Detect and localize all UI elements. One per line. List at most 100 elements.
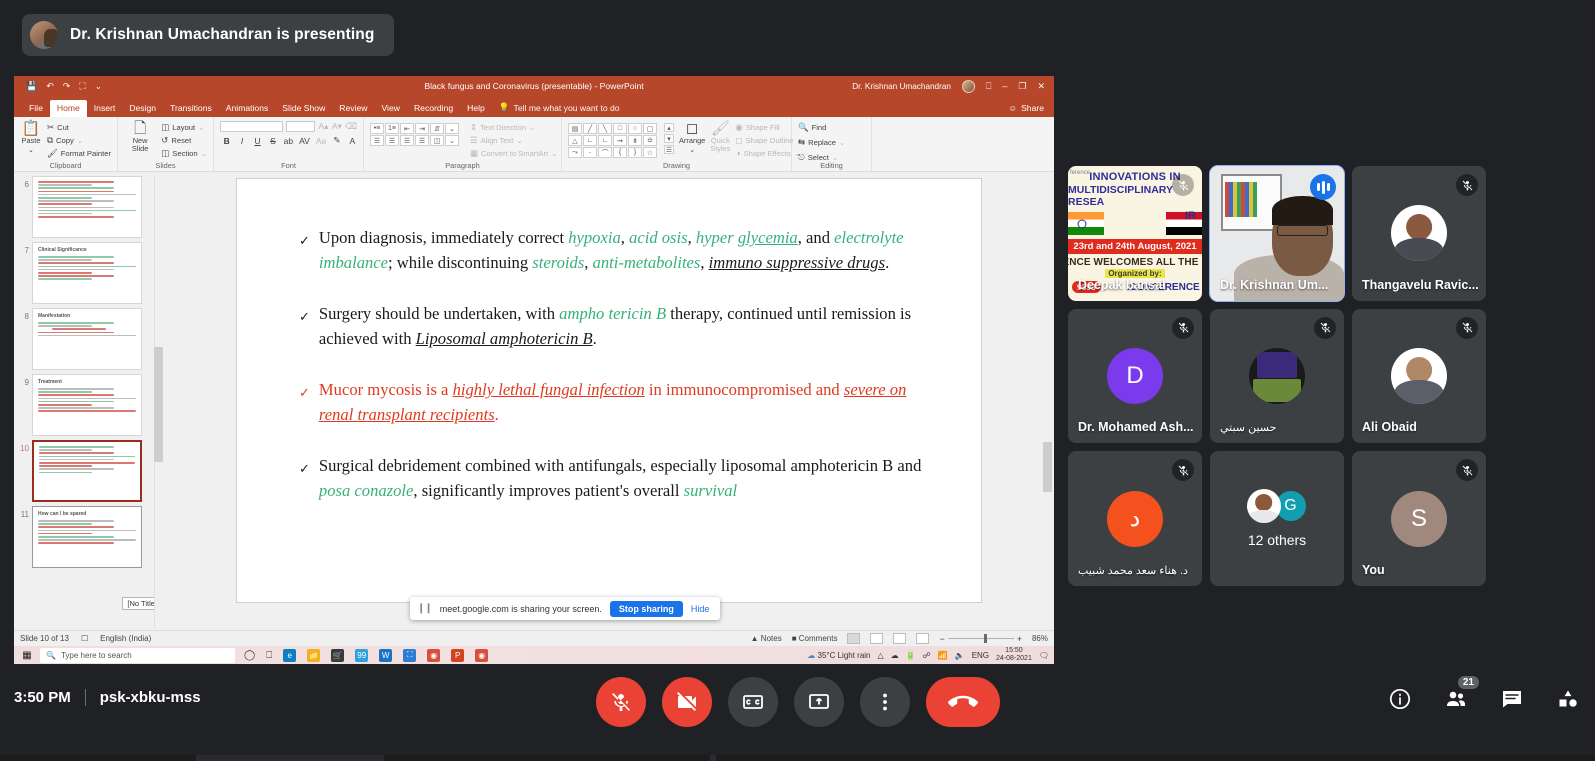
account-name[interactable]: Dr. Krishnan Umachandran xyxy=(852,82,951,91)
zoom-app-icon[interactable]: ⛶ xyxy=(403,648,417,662)
notes-button[interactable]: ▲ Notes xyxy=(751,634,782,643)
slide-thumbnail-10-selected[interactable] xyxy=(32,440,142,502)
edge-icon[interactable]: e xyxy=(283,648,297,662)
right-brace-shape[interactable]: } xyxy=(628,147,642,158)
undo-icon[interactable]: ↶ xyxy=(46,81,54,92)
participant-tile-thangavelu-ravic[interactable]: Thangavelu Ravic... xyxy=(1352,166,1486,301)
copy-button[interactable]: ⧉ Copy ⌄ xyxy=(47,135,111,146)
tab-design[interactable]: Design xyxy=(122,100,163,117)
tab-help[interactable]: Help xyxy=(460,100,492,117)
section-button[interactable]: ◫ Section ⌄ xyxy=(161,148,207,159)
slide-canvas-area[interactable]: ✓ Upon diagnosis, immediately correct hy… xyxy=(164,172,1054,630)
increase-font-size-icon[interactable]: A▴ xyxy=(318,121,328,132)
change-case-button[interactable]: Aa xyxy=(316,136,326,146)
thumbnail-row[interactable]: 9 Treatment xyxy=(14,372,164,438)
input-language[interactable]: ENG xyxy=(972,651,989,660)
strikethrough-button[interactable]: S xyxy=(268,136,277,146)
minimize-button[interactable]: – xyxy=(1002,81,1007,91)
convert-smartart-button[interactable]: ▦ Convert to SmartArt ⌄ xyxy=(470,148,558,159)
tab-recording[interactable]: Recording xyxy=(407,100,460,117)
format-painter-button[interactable]: 🖌 Format Painter xyxy=(47,148,111,159)
captions-button[interactable] xyxy=(727,677,778,727)
justify-button[interactable]: ☰ xyxy=(415,135,429,146)
thumbnail-row[interactable]: 8 Manifestation xyxy=(14,306,164,372)
meet-call-controls[interactable] xyxy=(595,677,1000,727)
tab-home[interactable]: Home xyxy=(49,100,87,117)
curve-shape[interactable]: ⋅ xyxy=(583,147,597,158)
find-button[interactable]: 🔍 Find xyxy=(798,122,845,133)
slide-thumbnail-8[interactable]: Manifestation xyxy=(32,308,142,370)
replace-button[interactable]: ⇆ Replace ⌄ xyxy=(798,137,845,148)
microsoft-store-icon[interactable]: 🛒 xyxy=(331,648,345,662)
present-now-button[interactable] xyxy=(793,677,844,727)
tab-slide-show[interactable]: Slide Show xyxy=(275,100,332,117)
shapes-more[interactable]: ☰ xyxy=(664,145,674,154)
notification-center-icon[interactable]: 🗨 xyxy=(1039,651,1049,660)
right-arrow-shape[interactable]: ⇝ xyxy=(613,135,627,146)
italic-button[interactable]: I xyxy=(237,136,246,146)
slide-scrollbar-track[interactable] xyxy=(1043,172,1052,630)
chat-button[interactable] xyxy=(1499,686,1525,712)
taskbar-clock[interactable]: 15:50 24-08-2021 xyxy=(996,647,1032,663)
text-direction-button[interactable]: ⇕ Text Direction ⌄ xyxy=(470,122,558,133)
rectangle-shape[interactable]: □ xyxy=(613,123,627,134)
participant-tile-deepak-bansal[interactable]: ference INNOVATIONS IN MULTIDISCIPLINARY… xyxy=(1068,166,1202,301)
align-left-button[interactable]: ☰ xyxy=(370,135,384,146)
thumbnail-row[interactable]: 6 xyxy=(14,174,164,240)
app-99-icon[interactable]: 99 xyxy=(355,648,369,662)
decrease-indent-button[interactable]: ⇤ xyxy=(400,123,414,134)
thumbnail-scrollbar-thumb[interactable] xyxy=(154,347,163,462)
tell-me-search[interactable]: 💡 Tell me what you want to do xyxy=(492,99,627,117)
font-size-input[interactable] xyxy=(285,121,316,132)
restore-button[interactable]: ❐ xyxy=(1018,81,1026,92)
accessibility-icon[interactable]: ☐ xyxy=(81,634,88,643)
slide-thumbnail-9[interactable]: Treatment xyxy=(32,374,142,436)
thumbnail-row[interactable]: 10 xyxy=(14,438,164,504)
microphone-off-button[interactable] xyxy=(595,677,646,727)
participant-tile-others[interactable]: G 12 others xyxy=(1210,451,1344,586)
freeform-shape[interactable]: ⤳ xyxy=(568,147,582,158)
redo-icon[interactable]: ↷ xyxy=(63,81,71,92)
zoom-out-button[interactable]: − xyxy=(939,634,944,644)
connector-shape[interactable]: ∟ xyxy=(583,135,597,146)
paste-dropdown-icon[interactable]: ⌄ xyxy=(28,146,34,154)
save-icon[interactable]: 💾 xyxy=(26,81,37,92)
start-slideshow-icon[interactable]: ⛶ xyxy=(79,81,85,92)
chrome-2-icon[interactable]: ◉ xyxy=(475,648,489,662)
tab-insert[interactable]: Insert xyxy=(87,100,123,117)
left-brace-shape[interactable]: { xyxy=(613,147,627,158)
windows-taskbar[interactable]: ▦ 🔍 Type here to search ◯ ⎕ e 📁 🛒 99 W ⛶… xyxy=(14,646,1054,664)
activities-button[interactable] xyxy=(1555,686,1581,712)
bluetooth-icon[interactable]: ☍ xyxy=(923,651,931,660)
quick-access-toolbar[interactable]: 💾 ↶ ↷ ⛶ ⌄ xyxy=(14,81,102,92)
zoom-level[interactable]: 86% xyxy=(1032,634,1048,643)
zoom-slider-knob[interactable] xyxy=(983,634,987,643)
tab-view[interactable]: View xyxy=(374,100,406,117)
customize-qat-icon[interactable]: ⌄ xyxy=(95,81,103,92)
participant-tile-ali-obaid[interactable]: Ali Obaid xyxy=(1352,308,1486,444)
participant-tile-mohamed-ash[interactable]: D Dr. Mohamed Ash... xyxy=(1068,308,1202,444)
participant-tile-hanaa-saad[interactable]: د د. هناء سعد محمد شبيب xyxy=(1068,451,1202,586)
powerpoint-ribbon[interactable]: 📋 Paste ⌄ ✂ Cut ⧉ Copy ⌄ 🖌 Format Painter Cl… xyxy=(14,117,1054,172)
decrease-font-size-icon[interactable]: A▾ xyxy=(332,121,342,132)
tab-animations[interactable]: Animations xyxy=(219,100,276,117)
star-shape[interactable]: ☆ xyxy=(643,147,657,158)
slide-indicator[interactable]: Slide 10 of 13 xyxy=(20,634,69,643)
windows-start-button[interactable]: ▦ xyxy=(14,650,40,661)
current-slide[interactable]: ✓ Upon diagnosis, immediately correct hy… xyxy=(236,178,982,603)
meet-right-controls[interactable]: 21 xyxy=(1387,676,1581,712)
slide-sorter-view-button[interactable] xyxy=(870,633,884,644)
thumbnail-row[interactable]: 7 Clinical Significance xyxy=(14,240,164,306)
line-spacing-button[interactable]: ⇵ xyxy=(430,123,444,134)
stop-sharing-button[interactable]: Stop sharing xyxy=(609,600,683,617)
wifi-icon[interactable]: 📶 xyxy=(938,651,948,660)
increase-indent-button[interactable]: ⇥ xyxy=(415,123,429,134)
oval-shape[interactable]: ○ xyxy=(628,123,642,134)
triangle-shape[interactable]: △ xyxy=(568,135,582,146)
file-explorer-icon[interactable]: 📁 xyxy=(307,648,321,662)
reset-button[interactable]: ↺ Reset xyxy=(161,135,207,146)
participant-tile-you[interactable]: S You xyxy=(1352,451,1486,586)
weather-widget[interactable]: ☁ 35°C Light rain xyxy=(807,651,870,660)
meeting-code[interactable]: psk-xbku-mss xyxy=(100,689,201,706)
bold-button[interactable]: B xyxy=(222,136,231,146)
